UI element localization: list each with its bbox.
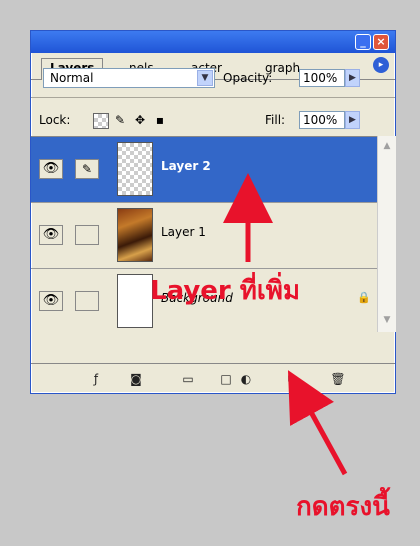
new-layer-icon[interactable]: ⧉ (283, 371, 301, 387)
layer-row-layer-1[interactable]: 👁 Layer 1 (31, 203, 377, 269)
layer-thumbnail (117, 142, 153, 196)
layer-thumbnail (117, 274, 153, 328)
fill-field[interactable]: 100% (299, 111, 345, 129)
lock-label: Lock: (39, 113, 71, 127)
layer-thumbnail (117, 208, 153, 262)
blend-mode-value: Normal (50, 71, 94, 85)
lock-transparent-icon[interactable] (93, 113, 109, 129)
eye-icon[interactable]: 👁 (39, 159, 63, 179)
folder-icon[interactable]: ▭ (179, 371, 197, 387)
annotation-layer-added: Layer ที่เพิ่ม (150, 276, 301, 306)
layer-row-layer-2[interactable]: 👁 ✎ Layer 2 (31, 137, 377, 203)
adjustment-layer-icon[interactable]: ◐ (237, 371, 255, 387)
lock-move-icon[interactable]: ✥ (133, 113, 147, 127)
layer-mask-icon[interactable]: ◙ (127, 371, 145, 387)
rectangle-icon[interactable]: □ (217, 371, 235, 387)
brush-icon[interactable]: ✎ (75, 159, 99, 179)
close-button[interactable]: × (373, 34, 389, 50)
blend-mode-select[interactable]: Normal ▼ (43, 68, 215, 88)
scroll-up-icon[interactable]: ▲ (379, 138, 395, 154)
link-slot[interactable] (75, 291, 99, 311)
panel-menu-button[interactable]: ▸ (373, 57, 389, 73)
fill-label: Fill: (265, 113, 286, 127)
annotation-click-here: กดตรงนี้ (296, 492, 390, 522)
divider (31, 97, 395, 98)
opacity-label: Opacity: (223, 71, 273, 85)
layer-name[interactable]: Layer 1 (161, 225, 206, 239)
opacity-arrow-button[interactable]: ▶ (345, 69, 360, 87)
title-bar: _ × (31, 31, 395, 53)
layer-name[interactable]: Layer 2 (161, 159, 211, 173)
eye-icon[interactable]: 👁 (39, 225, 63, 245)
link-slot[interactable] (75, 225, 99, 245)
lock-all-icon[interactable]: ▪ (153, 113, 167, 127)
layers-panel: _ × Layers nels acter graph ▸ Normal ▼ O… (30, 30, 396, 394)
panel-footer: ƒ ◙ ▭ □ ◐ ⧉ 🗑 (31, 363, 395, 394)
eye-icon[interactable]: 👁 (39, 291, 63, 311)
arrow-to-new-layer-button (287, 370, 348, 476)
chevron-down-icon[interactable]: ▼ (197, 70, 213, 86)
scroll-down-icon[interactable]: ▼ (379, 312, 395, 328)
minimize-button[interactable]: _ (355, 34, 371, 50)
layer-scrollbar[interactable]: ▲ ▼ (377, 136, 396, 332)
opacity-field[interactable]: 100% (299, 69, 345, 87)
lock-paint-brush-icon[interactable]: ✎ (113, 113, 127, 127)
fill-arrow-button[interactable]: ▶ (345, 111, 360, 129)
lock-icon: 🔒 (357, 291, 371, 304)
trash-icon[interactable]: 🗑 (329, 371, 347, 387)
layer-style-icon[interactable]: ƒ (87, 371, 105, 387)
